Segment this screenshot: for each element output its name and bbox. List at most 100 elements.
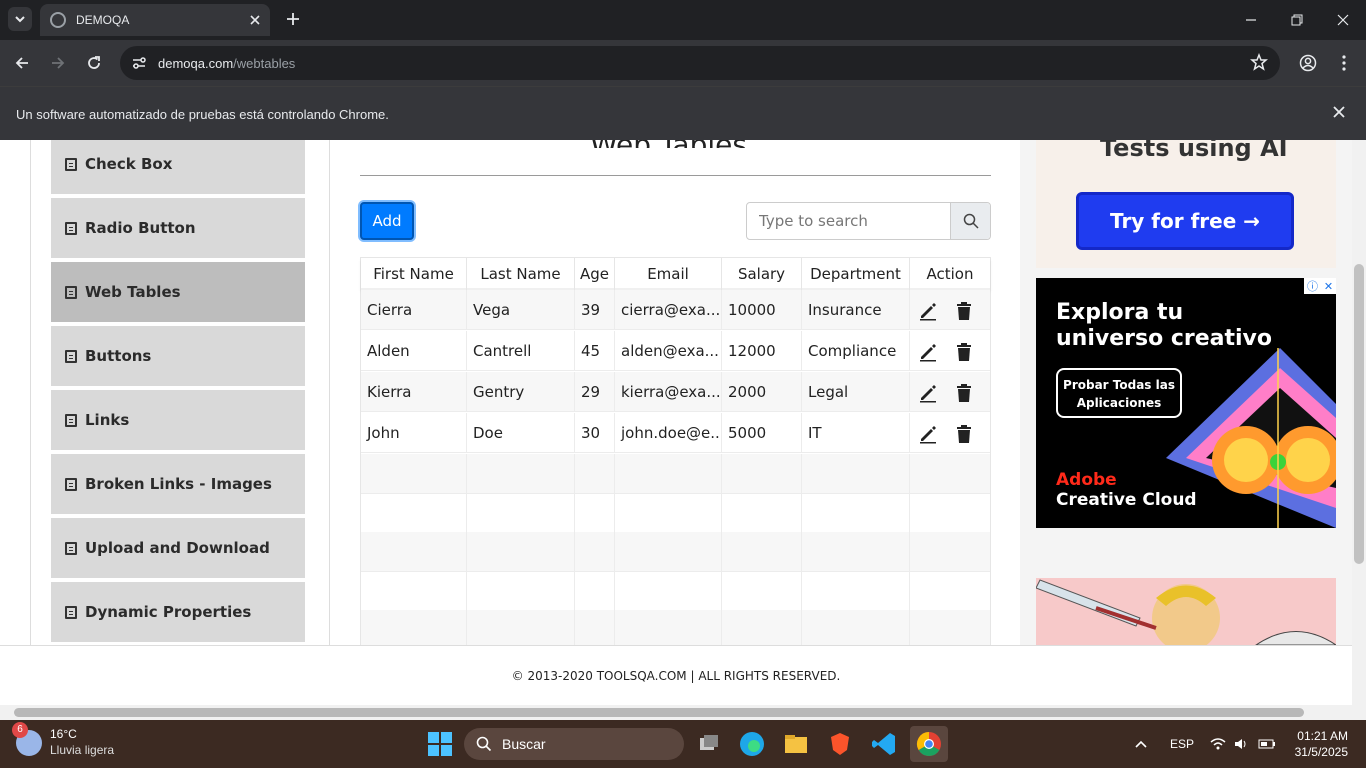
infobar-close-button[interactable] — [1332, 105, 1348, 121]
windows-start-button[interactable] — [424, 728, 456, 760]
sidebar-item-label: Dynamic Properties — [85, 603, 252, 621]
list-icon — [65, 605, 77, 619]
ad-brand-creative-cloud: Creative Cloud — [1056, 490, 1197, 510]
column-header-first-name[interactable]: First Name — [361, 258, 467, 290]
column-header-email[interactable]: Email — [615, 258, 722, 290]
tab-strip: DEMOQA — [0, 0, 1366, 40]
list-icon — [65, 221, 77, 235]
trash-icon[interactable] — [955, 383, 973, 403]
trash-icon[interactable] — [955, 342, 973, 362]
file-explorer-app[interactable] — [780, 728, 812, 760]
browser-toolbar: demoqa.com/webtables — [0, 40, 1366, 86]
cell-email: alden@exa... — [615, 331, 722, 371]
taskbar-search[interactable]: Buscar — [464, 728, 684, 760]
empty-table-row — [361, 610, 990, 645]
language-indicator[interactable]: ESP — [1170, 720, 1194, 768]
automation-infobar: Un software automatizado de pruebas está… — [0, 86, 1366, 140]
adchoices-icon[interactable]: ⓘ ✕ — [1304, 278, 1336, 294]
sidebar-item-buttons[interactable]: Buttons — [51, 326, 305, 388]
site-settings-icon[interactable] — [128, 52, 150, 74]
table-row: Kierra Gentry 29 kierra@exa... 2000 Lega… — [361, 372, 990, 412]
sidebar-item-radio-button[interactable]: Radio Button — [51, 198, 305, 260]
menu-button[interactable] — [1330, 49, 1358, 77]
minimize-button[interactable] — [1228, 0, 1274, 40]
chrome-icon — [916, 732, 941, 757]
battery-icon[interactable] — [1258, 720, 1276, 768]
edit-icon[interactable] — [918, 342, 938, 362]
sidebar-item-check-box[interactable]: Check Box — [51, 140, 305, 196]
vertical-scrollbar[interactable] — [1352, 140, 1366, 705]
bookmark-star-icon[interactable] — [1250, 52, 1268, 74]
edit-icon[interactable] — [918, 301, 938, 321]
edit-icon[interactable] — [918, 424, 938, 444]
sidebar-item-upload-download[interactable]: Upload and Download — [51, 518, 305, 580]
search-input[interactable] — [747, 203, 950, 239]
wifi-icon[interactable] — [1210, 720, 1226, 768]
close-tab-button[interactable] — [246, 11, 264, 29]
search-button[interactable] — [950, 203, 990, 239]
add-record-button[interactable]: Add — [360, 202, 414, 240]
windows-taskbar: 6 16°C Lluvia ligera Buscar ESP 01:21 AM… — [0, 720, 1366, 768]
back-button[interactable] — [8, 49, 36, 77]
ad-try-apps-button[interactable]: Probar Todas las Aplicaciones — [1056, 368, 1182, 418]
ad-banner-illustration[interactable] — [1036, 578, 1336, 645]
cell-age: 29 — [575, 372, 615, 412]
cell-age: 39 — [575, 290, 615, 330]
weather-widget[interactable]: 6 16°C Lluvia ligera — [12, 722, 114, 758]
horizontal-scroll-thumb[interactable] — [14, 708, 1304, 717]
horizontal-scrollbar[interactable] — [0, 705, 1366, 720]
column-header-salary[interactable]: Salary — [722, 258, 802, 290]
tab-search-button[interactable] — [8, 7, 32, 31]
edit-icon[interactable] — [918, 383, 938, 403]
vscode-app[interactable] — [868, 728, 900, 760]
volume-icon[interactable] — [1234, 720, 1250, 768]
trash-icon[interactable] — [955, 301, 973, 321]
table-row: Cierra Vega 39 cierra@exa... 10000 Insur… — [361, 290, 990, 330]
empty-cell — [467, 571, 575, 611]
empty-cell — [575, 493, 615, 533]
ad-banner-ai-tests[interactable]: Tests using AI Try for free → — [1036, 140, 1336, 268]
close-window-button[interactable] — [1320, 0, 1366, 40]
sidebar-item-dynamic-properties[interactable]: Dynamic Properties — [51, 582, 305, 644]
restore-icon — [1291, 14, 1303, 26]
column-header-age[interactable]: Age — [575, 258, 615, 290]
url-host: demoqa.com — [158, 55, 234, 71]
chevron-down-icon — [15, 16, 25, 23]
chevron-up-icon — [1135, 740, 1147, 748]
tray-overflow-button[interactable] — [1134, 720, 1148, 768]
ad-cta-button[interactable]: Try for free → — [1076, 192, 1294, 250]
address-bar[interactable]: demoqa.com/webtables — [120, 46, 1280, 80]
sidebar-item-links[interactable]: Links — [51, 390, 305, 452]
empty-cell — [802, 454, 910, 494]
ad-banner-adobe[interactable]: ⓘ ✕ Explora tu universo creativo Probar T… — [1036, 278, 1336, 528]
weather-temp: 16°C — [50, 727, 77, 741]
chrome-app[interactable] — [910, 726, 948, 762]
empty-table-row — [361, 493, 990, 533]
profile-button[interactable] — [1294, 49, 1322, 77]
reload-icon — [88, 56, 100, 69]
empty-cell — [467, 493, 575, 533]
arrow-left-icon — [15, 57, 28, 69]
empty-cell — [802, 493, 910, 533]
browser-tab[interactable]: DEMOQA — [40, 4, 270, 36]
taskbar-clock[interactable]: 01:21 AM 31/5/2025 — [1295, 728, 1348, 760]
new-tab-button[interactable] — [282, 8, 304, 30]
sidebar-item-web-tables[interactable]: Web Tables — [51, 262, 305, 324]
column-header-last-name[interactable]: Last Name — [467, 258, 575, 290]
vscode-icon — [872, 733, 895, 755]
forward-button[interactable] — [44, 49, 72, 77]
trash-icon[interactable] — [955, 424, 973, 444]
infobar-message: Un software automatizado de pruebas está… — [16, 107, 389, 122]
restore-button[interactable] — [1274, 0, 1320, 40]
empty-cell — [575, 532, 615, 572]
column-header-action[interactable]: Action — [910, 258, 990, 290]
cell-last-name: Gentry — [467, 372, 575, 412]
edge-app[interactable] — [736, 728, 768, 760]
task-view-button[interactable] — [692, 728, 724, 760]
brave-app[interactable] — [824, 728, 856, 760]
column-header-department[interactable]: Department — [802, 258, 910, 290]
vertical-scroll-thumb[interactable] — [1354, 264, 1364, 564]
sidebar-item-broken-links[interactable]: Broken Links - Images — [51, 454, 305, 516]
reload-button[interactable] — [80, 49, 108, 77]
ad-title: Tests using AI — [1100, 140, 1288, 162]
